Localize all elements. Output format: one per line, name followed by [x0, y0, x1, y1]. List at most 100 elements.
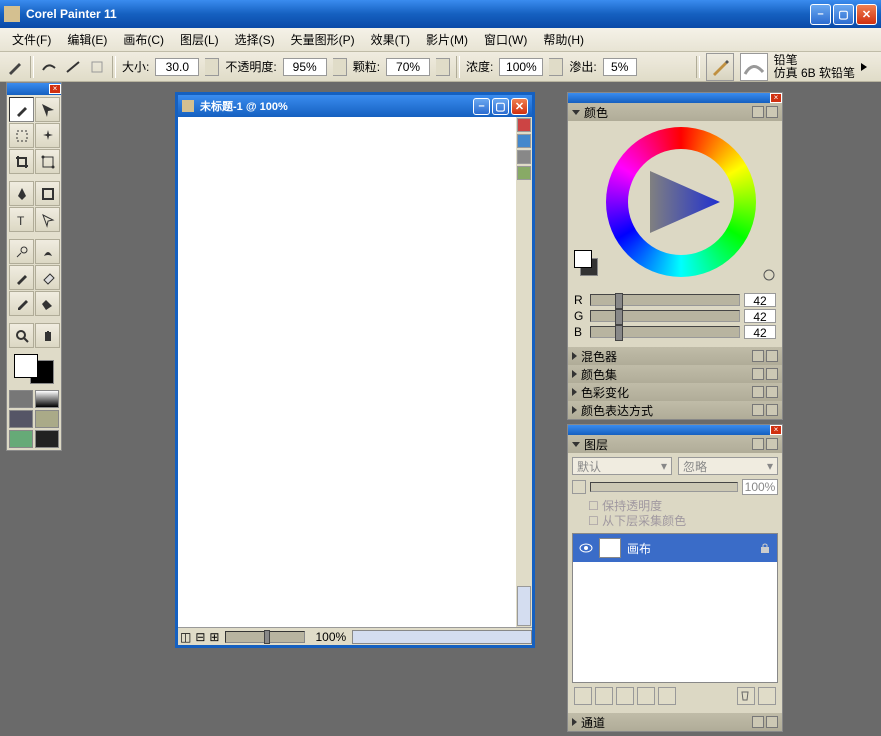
delete-layer-icon[interactable] — [737, 687, 755, 705]
eraser-tool[interactable] — [35, 265, 60, 290]
close-icon[interactable]: × — [49, 84, 61, 94]
document-titlebar[interactable]: 未标题-1 @ 100% – ▢ ✕ — [178, 95, 532, 117]
panel-options-icon[interactable] — [752, 438, 764, 450]
brush-category-selector[interactable] — [706, 53, 734, 81]
brush-edit-tool[interactable] — [9, 265, 34, 290]
new-group-icon[interactable] — [658, 687, 676, 705]
color-wheel[interactable] — [606, 127, 756, 287]
pattern-selector[interactable] — [9, 410, 33, 428]
toolbox-titlebar[interactable]: × — [7, 83, 61, 95]
burn-tool[interactable] — [35, 239, 60, 264]
color-panel-header[interactable]: 颜色 — [568, 103, 782, 121]
menu-window[interactable]: 窗口(W) — [476, 28, 535, 51]
paper-selector[interactable] — [9, 390, 33, 408]
menu-help[interactable]: 帮助(H) — [535, 28, 592, 51]
b-value[interactable]: 42 — [744, 325, 776, 339]
gradient-selector[interactable] — [35, 390, 59, 408]
panel-options-icon[interactable] — [752, 368, 764, 380]
collapse-icon[interactable] — [572, 352, 577, 360]
panel-options-icon[interactable] — [752, 386, 764, 398]
g-slider[interactable] — [590, 310, 740, 322]
collapse-icon[interactable] — [572, 388, 577, 396]
shape-select-tool[interactable] — [35, 207, 60, 232]
align-path-icon[interactable] — [88, 58, 106, 76]
minimize-button[interactable]: – — [810, 4, 831, 25]
colorexp-panel-header[interactable]: 颜色表达方式 — [568, 401, 782, 419]
menu-shapes[interactable]: 矢量图形(P) — [283, 28, 363, 51]
panel-options-icon[interactable] — [752, 716, 764, 728]
dynamic-plugin-icon[interactable] — [595, 687, 613, 705]
close-button[interactable]: ✕ — [856, 4, 877, 25]
menu-select[interactable]: 选择(S) — [227, 28, 283, 51]
freehand-stroke-icon[interactable] — [40, 58, 58, 76]
layers-panel-titlebar[interactable]: × — [568, 425, 782, 435]
preserve-transparency-check[interactable]: ☐ 保持透明度 — [588, 499, 778, 514]
layer-command-icon[interactable] — [574, 687, 592, 705]
lock-icon[interactable] — [759, 542, 771, 554]
mixer-panel-header[interactable]: 混色器 — [568, 347, 782, 365]
panel-menu-icon[interactable] — [766, 106, 778, 118]
magnify-tool[interactable] — [9, 323, 34, 348]
menu-layers[interactable]: 图层(L) — [172, 28, 227, 51]
opacity-spinner[interactable] — [333, 58, 347, 76]
brush-tool[interactable] — [9, 97, 34, 122]
opacity-input[interactable] — [283, 58, 327, 76]
foreground-color-swatch[interactable] — [14, 354, 38, 378]
grain-spinner[interactable] — [436, 58, 450, 76]
drawer-impasto-icon[interactable] — [517, 150, 531, 164]
panel-options-icon[interactable] — [752, 106, 764, 118]
colorvar-panel-header[interactable]: 色彩变化 — [568, 383, 782, 401]
main-color-swatch[interactable] — [574, 250, 592, 268]
menu-canvas[interactable]: 画布(C) — [115, 28, 172, 51]
resat-spinner[interactable] — [549, 58, 563, 76]
layer-opacity-slider[interactable] — [590, 482, 738, 492]
layer-list[interactable]: 画布 — [572, 533, 778, 683]
composite-select[interactable]: 忽略▾ — [678, 457, 778, 475]
rect-select-tool[interactable] — [9, 123, 34, 148]
g-value[interactable]: 42 — [744, 309, 776, 323]
panel-menu-icon[interactable] — [766, 716, 778, 728]
panel-menu-icon[interactable] — [766, 404, 778, 416]
horizontal-scrollbar[interactable] — [352, 630, 532, 644]
colorset-panel-header[interactable]: 颜色集 — [568, 365, 782, 383]
panel-menu-icon[interactable] — [766, 438, 778, 450]
zoom-slider[interactable] — [225, 631, 305, 643]
eyedropper-tool[interactable] — [9, 291, 34, 316]
pen-tool[interactable] — [9, 181, 34, 206]
crop-tool[interactable] — [9, 149, 34, 174]
panel-menu-icon[interactable] — [766, 350, 778, 362]
collapse-icon[interactable] — [572, 442, 580, 447]
selection-adjust-tool[interactable] — [35, 149, 60, 174]
drawer-grid-icon[interactable] — [517, 134, 531, 148]
collapse-icon[interactable] — [572, 370, 577, 378]
size-input[interactable] — [155, 58, 199, 76]
menu-edit[interactable]: 编辑(E) — [59, 28, 115, 51]
doc-maximize-button[interactable]: ▢ — [492, 98, 509, 115]
channels-panel-header[interactable]: 通道 — [568, 713, 782, 731]
zoom-out-icon[interactable]: ⊟ — [193, 630, 207, 644]
new-mask-icon[interactable] — [637, 687, 655, 705]
drawer-scale-icon[interactable] — [517, 166, 531, 180]
close-icon[interactable]: × — [770, 93, 782, 103]
panel-menu-icon[interactable] — [766, 368, 778, 380]
doc-minimize-button[interactable]: – — [473, 98, 490, 115]
color-panel-titlebar[interactable]: × — [568, 93, 782, 103]
grain-input[interactable] — [386, 58, 430, 76]
vertical-scrollbar[interactable] — [517, 586, 531, 626]
collapse-icon[interactable] — [572, 110, 580, 115]
r-value[interactable]: 42 — [744, 293, 776, 307]
hand-tool[interactable] — [35, 323, 60, 348]
collapse-icon[interactable] — [572, 406, 577, 414]
shape-tool[interactable] — [35, 181, 60, 206]
bucket-tool[interactable] — [35, 291, 60, 316]
layer-item-canvas[interactable]: 画布 — [573, 534, 777, 562]
layers-panel-header[interactable]: 图层 — [568, 435, 782, 453]
dodge-tool[interactable] — [9, 239, 34, 264]
new-layer-icon[interactable] — [616, 687, 634, 705]
layer-menu-icon[interactable] — [758, 687, 776, 705]
menu-effects[interactable]: 效果(T) — [363, 28, 418, 51]
pick-underlying-check[interactable]: ☐ 从下层采集颜色 — [588, 514, 778, 529]
nav-icon[interactable]: ◫ — [178, 630, 193, 644]
weave-selector[interactable] — [35, 410, 59, 428]
text-tool[interactable]: T — [9, 207, 34, 232]
